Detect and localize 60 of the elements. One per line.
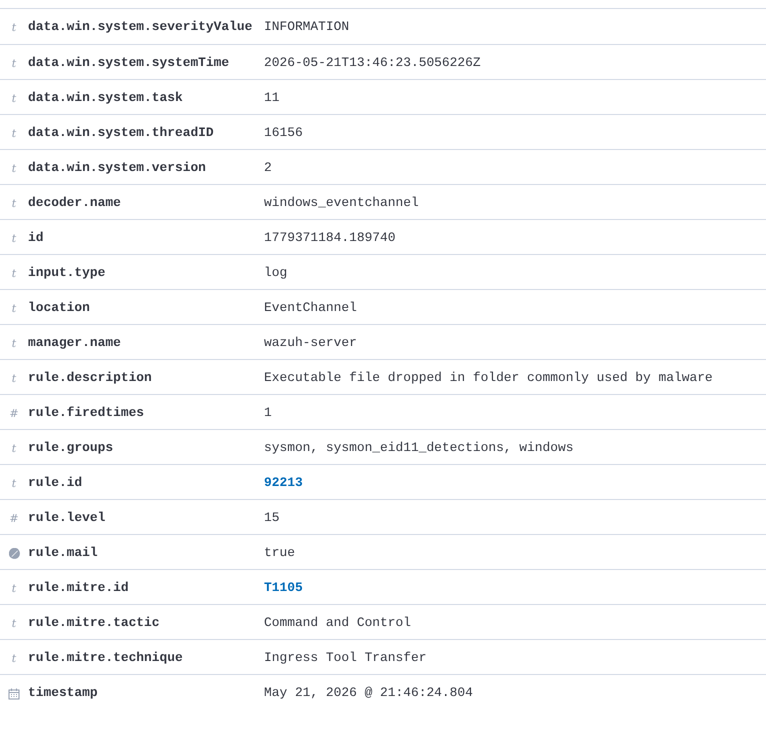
string-type-icon: t (12, 19, 16, 36)
field-value: EventChannel (264, 299, 358, 317)
field-name: rule.level (28, 509, 106, 527)
field-name: rule.firedtimes (28, 404, 146, 422)
field-name: data.win.system.task (28, 89, 184, 107)
field-value: 16156 (264, 124, 304, 142)
field-name: rule.mitre.technique (28, 649, 184, 667)
string-type-icon: t (12, 160, 16, 177)
field-value: Executable file dropped in folder commonly used by malware (264, 369, 714, 387)
field-value: INFORMATION (264, 18, 350, 36)
string-type-icon: t (12, 300, 16, 317)
field-name: rule.mitre.tactic (28, 614, 161, 632)
field-name: id (28, 229, 44, 247)
field-name: location (28, 299, 91, 317)
field-name: manager.name (28, 334, 122, 352)
string-type-icon: t (12, 475, 16, 492)
field-name: rule.description (28, 369, 153, 387)
field-value: sysmon, sysmon_eid11_detections, windows (264, 439, 574, 457)
string-type-icon: t (12, 195, 16, 212)
string-type-icon: t (12, 335, 16, 352)
string-type-icon: t (12, 650, 16, 667)
number-type-icon: # (9, 405, 19, 422)
value-link[interactable]: T1105 (264, 579, 766, 597)
field-value: 2026-05-21T13:46:23.5056226Z (264, 54, 482, 72)
string-type-icon: t (12, 55, 16, 72)
field-value: log (264, 264, 288, 282)
string-type-icon: t (12, 125, 16, 142)
field-name: data.win.system.version (28, 159, 207, 177)
field-value: 1779371184.189740 (264, 229, 397, 247)
field-name: data.win.system.systemTime (28, 54, 230, 72)
field-value: Command and Control (264, 614, 412, 632)
field-name: rule.groups (28, 439, 114, 457)
number-type-icon: # (9, 510, 19, 527)
field-name: rule.mitre.id (28, 579, 130, 597)
field-value: 11 (264, 89, 280, 107)
calendar-icon (8, 688, 20, 700)
field-name: timestamp (28, 684, 99, 701)
field-value: true (264, 544, 296, 561)
boolean-type-icon (8, 548, 20, 559)
field-value: 2 (264, 159, 273, 177)
field-name: decoder.name (28, 194, 122, 212)
string-type-icon: t (12, 580, 16, 597)
string-type-icon: t (12, 440, 16, 457)
field-name: rule.mail (28, 544, 99, 561)
string-type-icon: t (12, 90, 16, 107)
field-value: Ingress Tool Transfer (264, 649, 428, 667)
field-value: wazuh-server (264, 334, 358, 352)
string-type-icon: t (12, 370, 16, 387)
field-name: input.type (28, 264, 106, 282)
field-value: windows_eventchannel (264, 194, 420, 212)
field-name: data.win.system.severityValue (28, 18, 254, 36)
field-name: rule.id (28, 474, 84, 492)
field-value: 1 (264, 404, 273, 422)
string-type-icon: t (12, 230, 16, 247)
field-name: data.win.system.threadID (28, 124, 215, 142)
field-value: 15 (264, 509, 280, 527)
value-link[interactable]: 92213 (264, 474, 766, 492)
string-type-icon: t (12, 265, 16, 282)
string-type-icon: t (12, 615, 16, 632)
field-value: May 21, 2026 @ 21:46:24.804 (264, 684, 474, 701)
